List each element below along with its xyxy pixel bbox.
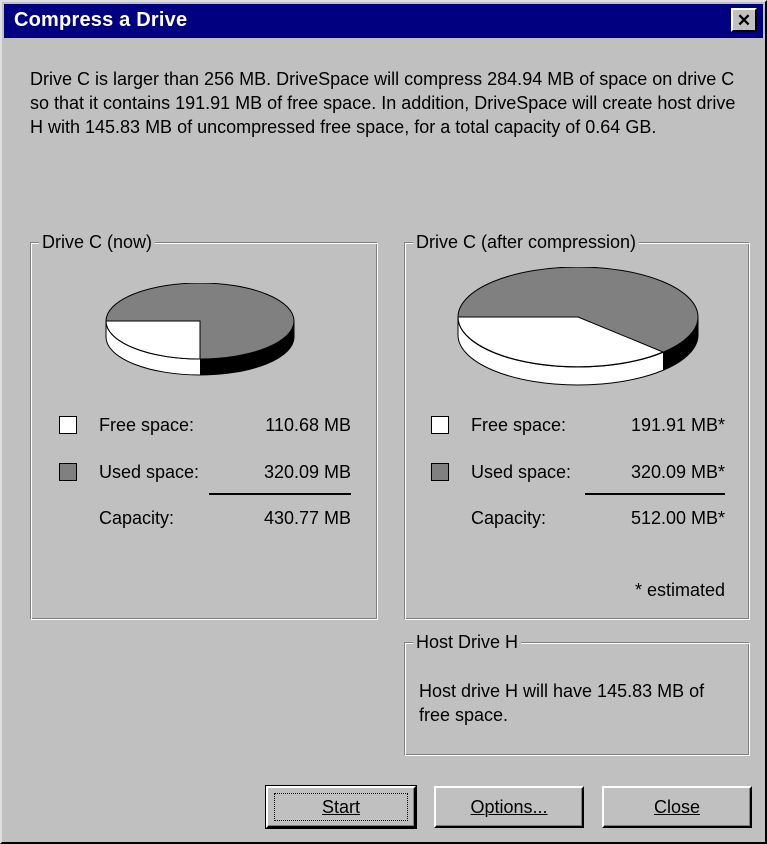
after-free-row: Free space: 191.91 MB* xyxy=(431,412,731,438)
after-capacity-row: Capacity: 512.00 MB* xyxy=(431,505,731,531)
focus-rect xyxy=(274,793,408,821)
drive-c-after-title: Drive C (after compression) xyxy=(413,231,640,253)
now-free-row: Free space: 110.68 MB xyxy=(59,412,359,438)
estimated-note: * estimated xyxy=(431,577,731,603)
now-total-rule xyxy=(209,493,351,495)
start-button[interactable]: Start xyxy=(265,785,417,829)
now-used-row: Used space: 320.09 MB xyxy=(59,459,359,485)
drive-c-after-pie-chart xyxy=(457,267,699,386)
after-capacity-label: Capacity: xyxy=(471,508,547,528)
drive-c-after-group: Drive C (after compression) Free space: … xyxy=(404,231,750,620)
close-icon[interactable]: ✕ xyxy=(731,8,757,32)
drive-c-now-pie-chart xyxy=(105,283,295,376)
intro-text: Drive C is larger than 256 MB. DriveSpac… xyxy=(30,69,736,137)
options-button[interactable]: Options... xyxy=(434,786,584,828)
now-capacity-label: Capacity: xyxy=(99,508,175,528)
used-swatch xyxy=(59,463,77,481)
now-used-label: Used space: xyxy=(99,462,200,482)
close-button[interactable]: Close xyxy=(602,786,752,828)
after-used-value: 320.09 MB* xyxy=(630,462,725,482)
estimated-note-text: * estimated xyxy=(634,580,725,600)
after-used-row: Used space: 320.09 MB* xyxy=(431,459,731,485)
now-free-value: 110.68 MB xyxy=(265,415,351,435)
now-capacity-row: Capacity: 430.77 MB xyxy=(59,505,359,531)
title-bar[interactable]: Compress a Drive ✕ xyxy=(4,4,763,38)
after-free-label: Free space: xyxy=(471,415,567,435)
close-button-label: Close xyxy=(653,796,701,817)
drive-c-now-group: Drive C (now) Free space: 110.68 MB Used… xyxy=(30,231,378,620)
after-total-rule xyxy=(585,493,725,495)
now-used-value: 320.09 MB xyxy=(263,462,351,482)
compress-drive-dialog: Compress a Drive ✕ Drive C is larger tha… xyxy=(0,0,767,844)
host-drive-h-text: Host drive H will have 145.83 MB of free… xyxy=(419,681,705,725)
drive-c-now-title: Drive C (now) xyxy=(39,231,156,253)
now-free-label: Free space: xyxy=(99,415,195,435)
window-title: Compress a Drive xyxy=(14,9,188,31)
used-swatch xyxy=(431,463,449,481)
options-button-label: Options... xyxy=(470,796,548,817)
free-swatch xyxy=(431,416,449,434)
now-capacity-value: 430.77 MB xyxy=(263,508,351,528)
after-used-label: Used space: xyxy=(471,462,572,482)
after-capacity-value: 512.00 MB* xyxy=(630,508,725,528)
free-swatch xyxy=(59,416,77,434)
host-drive-h-title: Host Drive H xyxy=(413,631,522,653)
host-drive-h-group: Host Drive H Host drive H will have 145.… xyxy=(404,631,750,756)
after-free-value: 191.91 MB* xyxy=(630,415,725,435)
